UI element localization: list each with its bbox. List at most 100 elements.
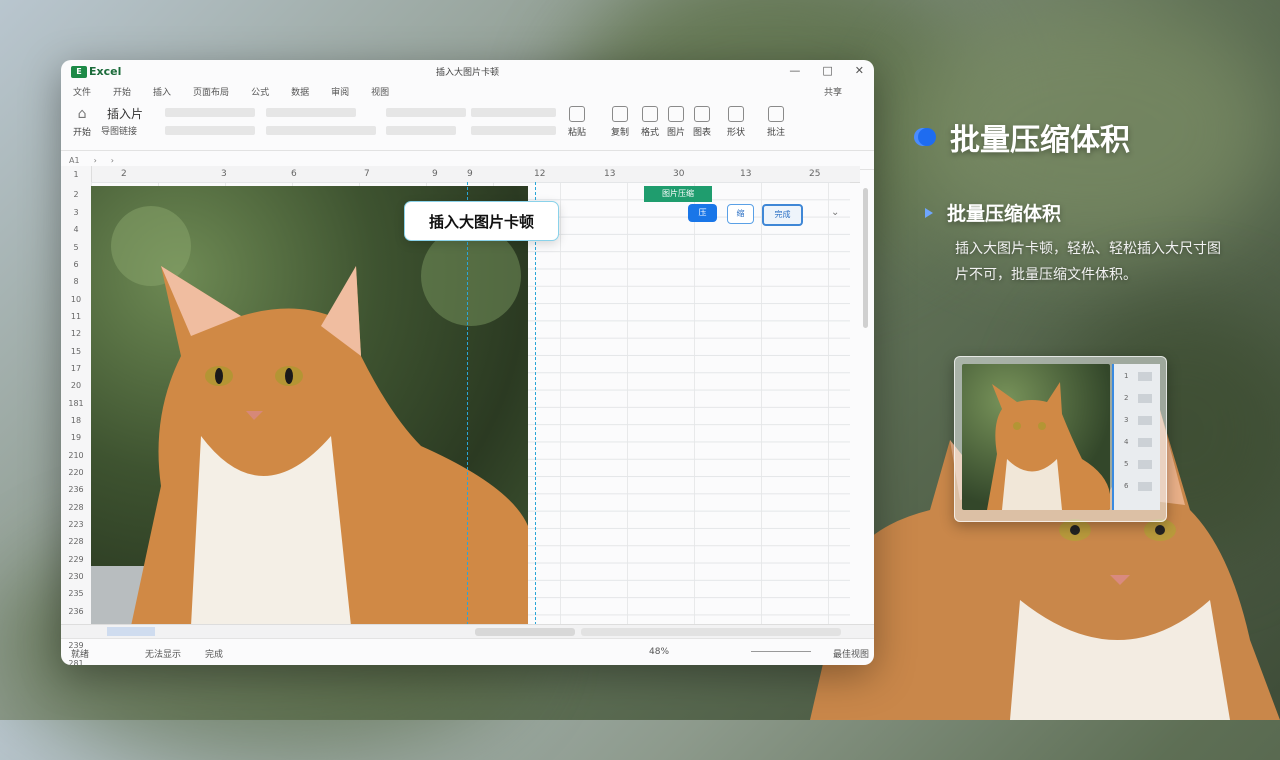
format-icon <box>642 106 658 122</box>
row-header[interactable]: 6 <box>61 260 91 269</box>
column-header[interactable]: 7 <box>364 169 370 179</box>
row-header[interactable]: 2 <box>61 190 91 199</box>
shrink-option-button[interactable]: 缩 <box>727 204 754 224</box>
name-box[interactable]: A1 <box>69 156 80 165</box>
window-title: 插入大图片卡顿 <box>435 68 499 78</box>
menu-page-layout[interactable]: 页面布局 <box>193 85 229 98</box>
copy-button[interactable]: 复制 <box>611 106 629 138</box>
row-header[interactable]: 10 <box>61 295 91 304</box>
comment-button[interactable]: 批注 <box>767 106 785 138</box>
row-header[interactable]: 229 <box>61 555 91 564</box>
compress-tag[interactable]: 图片压缩 <box>644 186 712 202</box>
sheet-tabs-bar <box>61 624 874 639</box>
row-header[interactable]: 235 <box>61 589 91 598</box>
menu-home[interactable]: 开始 <box>113 85 131 98</box>
horizontal-scrollbar-track[interactable] <box>581 628 841 636</box>
row-header[interactable]: 8 <box>61 277 91 286</box>
format-tools[interactable] <box>266 108 356 117</box>
close-button[interactable]: ✕ <box>855 64 864 77</box>
insert-picture-label[interactable]: 插入片 <box>107 105 143 122</box>
share-button[interactable]: 共享 <box>824 85 842 98</box>
home-icon: ⌂ <box>77 106 87 122</box>
home-button[interactable]: ⌂ 开始 <box>73 106 91 138</box>
column-header[interactable]: 30 <box>673 169 684 179</box>
row-header[interactable]: 19 <box>61 433 91 442</box>
row-header[interactable]: 5 <box>61 243 91 252</box>
row-header[interactable]: 12 <box>61 329 91 338</box>
minimize-button[interactable]: — <box>789 64 800 77</box>
menu-formulas[interactable]: 公式 <box>251 85 269 98</box>
column-header[interactable]: 2 <box>121 169 127 179</box>
row-header[interactable]: 220 <box>61 468 91 477</box>
feature-title: 批量压缩体积 <box>950 123 1130 158</box>
format-button[interactable]: 格式 <box>641 106 659 138</box>
guide-line <box>467 182 468 625</box>
column-header[interactable]: 9 <box>432 169 438 179</box>
clipboard-icon <box>569 106 585 122</box>
column-header[interactable]: 13 <box>604 169 615 179</box>
row-header[interactable]: 223 <box>61 520 91 529</box>
font-dropdown[interactable] <box>165 108 255 117</box>
zoom-slider[interactable] <box>751 651 811 652</box>
picture-button[interactable]: 图片 <box>667 106 685 138</box>
horizontal-scrollbar[interactable] <box>475 628 575 636</box>
row-header[interactable]: 11 <box>61 312 91 321</box>
maximize-button[interactable]: □ <box>822 64 832 77</box>
alignment-tools[interactable] <box>386 126 456 135</box>
copy-icon <box>612 106 628 122</box>
row-header[interactable]: 20 <box>61 381 91 390</box>
compress-option-button[interactable]: 压 <box>688 204 717 222</box>
compressed-preview-card: 1 2 3 4 5 6 <box>954 356 1167 522</box>
column-header[interactable]: 12 <box>534 169 545 179</box>
menu-file[interactable]: 文件 <box>73 85 91 98</box>
column-header[interactable]: 25 <box>809 169 820 179</box>
guide-line <box>535 182 536 625</box>
row-header[interactable]: 230 <box>61 572 91 581</box>
row-header[interactable]: 3 <box>61 208 91 217</box>
menu-data[interactable]: 数据 <box>291 85 309 98</box>
paste-button[interactable]: 粘贴 <box>568 106 586 138</box>
feature-description: 插入大图片卡顿，轻松、轻松插入大尺寸图片不可，批量压缩文件体积。 <box>955 241 1221 283</box>
shapes-button[interactable]: 形状 <box>727 106 745 138</box>
column-headers: 2 3 6 7 9 9 12 13 30 13 25 <box>91 166 860 183</box>
row-header[interactable]: 181 <box>61 399 91 408</box>
row-header[interactable]: 15 <box>61 347 91 356</box>
format-tools[interactable] <box>266 126 376 135</box>
row-header[interactable]: 210 <box>61 451 91 460</box>
inserted-cat-picture[interactable] <box>91 186 528 626</box>
fx-icon: › <box>93 155 97 165</box>
vertical-scrollbar[interactable] <box>863 188 868 328</box>
comment-icon <box>768 106 784 122</box>
row-header[interactable]: 1 <box>61 170 91 179</box>
zoom-level: 48% <box>649 647 670 657</box>
row-header[interactable]: 236 <box>61 607 91 616</box>
done-button[interactable]: 完成 <box>762 204 803 226</box>
menu-insert[interactable]: 插入 <box>153 85 171 98</box>
column-header[interactable]: 6 <box>291 169 297 179</box>
chart-button[interactable]: 图表 <box>693 106 711 138</box>
row-header[interactable]: 228 <box>61 537 91 546</box>
status-bar: 就绪 无法显示 完成 48% 最佳视图 <box>61 638 874 665</box>
number-format-tools[interactable] <box>471 108 556 117</box>
view-mode[interactable]: 最佳视图 <box>833 647 869 660</box>
column-header[interactable]: 3 <box>221 169 227 179</box>
row-header[interactable]: 18 <box>61 416 91 425</box>
sheet-tab[interactable] <box>107 627 155 636</box>
font-size-dropdown[interactable] <box>165 126 255 135</box>
menu-review[interactable]: 审阅 <box>331 85 349 98</box>
column-header[interactable]: 9 <box>467 169 473 179</box>
row-header[interactable]: 4 <box>61 225 91 234</box>
menu-view[interactable]: 视图 <box>371 85 389 98</box>
chevron-right-icon: › <box>110 155 114 165</box>
alignment-tools[interactable] <box>386 108 466 117</box>
row-header[interactable]: 228 <box>61 503 91 512</box>
column-header[interactable]: 13 <box>740 169 751 179</box>
number-format-tools[interactable] <box>471 126 556 135</box>
link-label[interactable]: 导图链接 <box>101 124 137 137</box>
feature-subheading: 批量压缩体积 <box>925 199 1061 226</box>
shapes-icon <box>728 106 744 122</box>
row-header[interactable]: 17 <box>61 364 91 373</box>
row-header[interactable]: 236 <box>61 485 91 494</box>
thumb-index: 1 <box>1124 372 1129 380</box>
chevron-down-icon[interactable]: ⌄ <box>831 207 839 218</box>
